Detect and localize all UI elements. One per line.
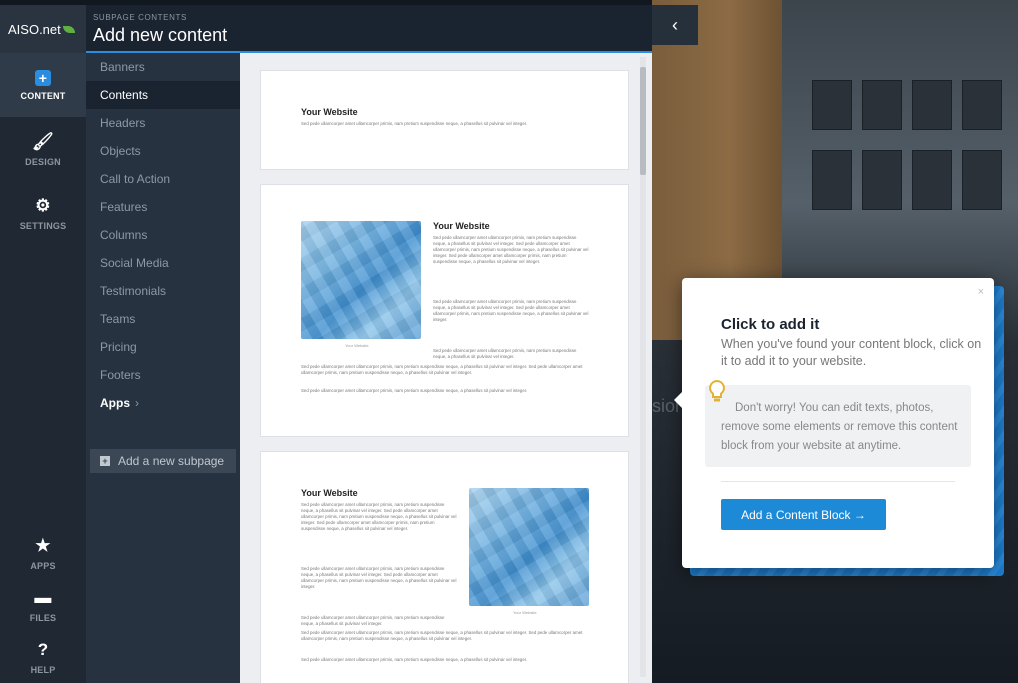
panel-header: SUBPAGE CONTENTS Add new content [86,5,652,53]
category-menu: Banners Contents Headers Objects Call to… [86,53,256,683]
block-text: Sed pede ullamcorper amet ullamcorper pr… [301,566,457,589]
scrollbar-thumb[interactable] [640,67,646,175]
nav-design[interactable]: 🖌 DESIGN [0,117,86,181]
block-heading: Your Website [433,221,490,231]
block-text: Sed pede ullamcorper amet ullamcorper pr… [301,630,583,641]
logo-text: AISO.net [8,21,61,37]
folder-icon: ▬ [34,587,52,607]
content-block-card[interactable]: Your Website Sed pede ullamcorper amet u… [260,451,629,683]
nav-apps-label: APPS [30,560,56,571]
star-icon: ★ [35,535,51,555]
block-image [301,221,421,339]
block-text: Sed pede ullamcorper amet ullamcorper pr… [301,121,528,126]
add-content-block-button[interactable]: Add a Content Block → [721,499,886,530]
brush-icon: 🖌 [32,131,54,151]
nav-content-label: CONTENT [20,90,66,101]
tooltip-arrow [674,392,682,408]
nav-settings-label: SETTINGS [19,220,67,231]
app-root: sion ‹ AISO.net + CONTENT 🖌 DESIGN ⚙ SET… [0,0,1018,683]
tooltip-note: Don't worry! You can edit texts, photos,… [705,379,971,467]
category-teams[interactable]: Teams [86,305,240,333]
block-text: Sed pede ullamcorper amet ullamcorper pr… [433,235,589,264]
bg-window [912,80,952,130]
nav-settings[interactable]: ⚙ SETTINGS [0,181,86,245]
close-icon[interactable]: × [978,286,984,298]
gears-icon: ⚙ [35,195,51,215]
tooltip-title: Click to add it [721,316,820,333]
bg-window [962,80,1002,130]
nav-apps[interactable]: ★ APPS [0,527,86,579]
header-subtitle: SUBPAGE CONTENTS [93,13,187,22]
block-text: Sed pede ullamcorper amet ullamcorper pr… [301,657,528,662]
add-subpage-button[interactable]: + Add a new subpage [90,449,236,473]
category-social-media[interactable]: Social Media [86,249,240,277]
image-caption: Your Website [513,610,537,615]
category-call-to-action[interactable]: Call to Action [86,165,240,193]
tooltip-note-text: Don't worry! You can edit texts, photos,… [721,402,958,452]
block-text: Sed pede ullamcorper amet ullamcorper pr… [301,364,583,375]
page-title: Add new content [93,25,228,45]
content-block-list[interactable]: Your Website Sed pede ullamcorper amet u… [240,53,652,683]
nav-design-label: DESIGN [25,156,61,167]
bg-window [912,150,952,210]
block-text: Sed pede ullamcorper amet ullamcorper pr… [433,348,577,359]
content-block-card[interactable]: Your Website Sed pede ullamcorper amet u… [260,70,629,170]
bg-window [862,150,902,210]
nav-files[interactable]: ▬ FILES [0,579,86,631]
bg-window [812,150,852,210]
sidebar-bottom: ★ APPS ▬ FILES ? HELP [0,527,86,683]
divider [721,481,955,482]
category-headers[interactable]: Headers [86,109,240,137]
category-pricing[interactable]: Pricing [86,333,240,361]
category-apps[interactable]: Apps › [86,389,240,417]
content-block-card[interactable]: Your Website Your Website Sed pede ullam… [260,184,629,437]
category-contents[interactable]: Contents [86,81,256,109]
chevron-left-icon: ‹ [672,14,678,35]
bg-window [962,150,1002,210]
leaf-icon [62,25,75,33]
bg-window [862,80,902,130]
main-sidebar: AISO.net + CONTENT 🖌 DESIGN ⚙ SETTINGS ★… [0,5,86,683]
category-footers[interactable]: Footers [86,361,240,389]
onboarding-tooltip: × Click to add it When you've found your… [674,278,994,568]
nav-content[interactable]: + CONTENT [0,53,86,117]
category-objects[interactable]: Objects [86,137,240,165]
plus-square-icon: + [35,69,51,86]
block-heading: Your Website [301,107,358,117]
category-features[interactable]: Features [86,193,240,221]
add-subpage-label: Add a new subpage [118,454,225,468]
help-circle-icon: ? [37,639,49,659]
plus-icon: + [100,456,110,466]
block-text: Sed pede ullamcorper amet ullamcorper pr… [301,502,457,531]
bg-window [812,80,852,130]
tooltip-description: When you've found your content block, cl… [721,337,982,368]
category-banners[interactable]: Banners [86,53,240,81]
nav-help-label: HELP [30,664,56,675]
block-text: Sed pede ullamcorper amet ullamcorper pr… [433,299,589,322]
logo[interactable]: AISO.net [0,5,86,53]
nav-help[interactable]: ? HELP [0,631,86,683]
category-columns[interactable]: Columns [86,221,240,249]
category-apps-label: Apps [100,396,130,410]
category-testimonials[interactable]: Testimonials [86,277,240,305]
image-caption: Your Website [345,343,369,348]
collapse-panel-button[interactable]: ‹ [652,5,698,45]
block-text: Sed pede ullamcorper amet ullamcorper pr… [301,388,528,393]
chevron-right-icon: › [135,396,139,410]
block-image [469,488,589,606]
block-text: Sed pede ullamcorper amet ullamcorper pr… [301,615,445,626]
block-heading: Your Website [301,488,358,498]
nav-files-label: FILES [29,612,57,623]
